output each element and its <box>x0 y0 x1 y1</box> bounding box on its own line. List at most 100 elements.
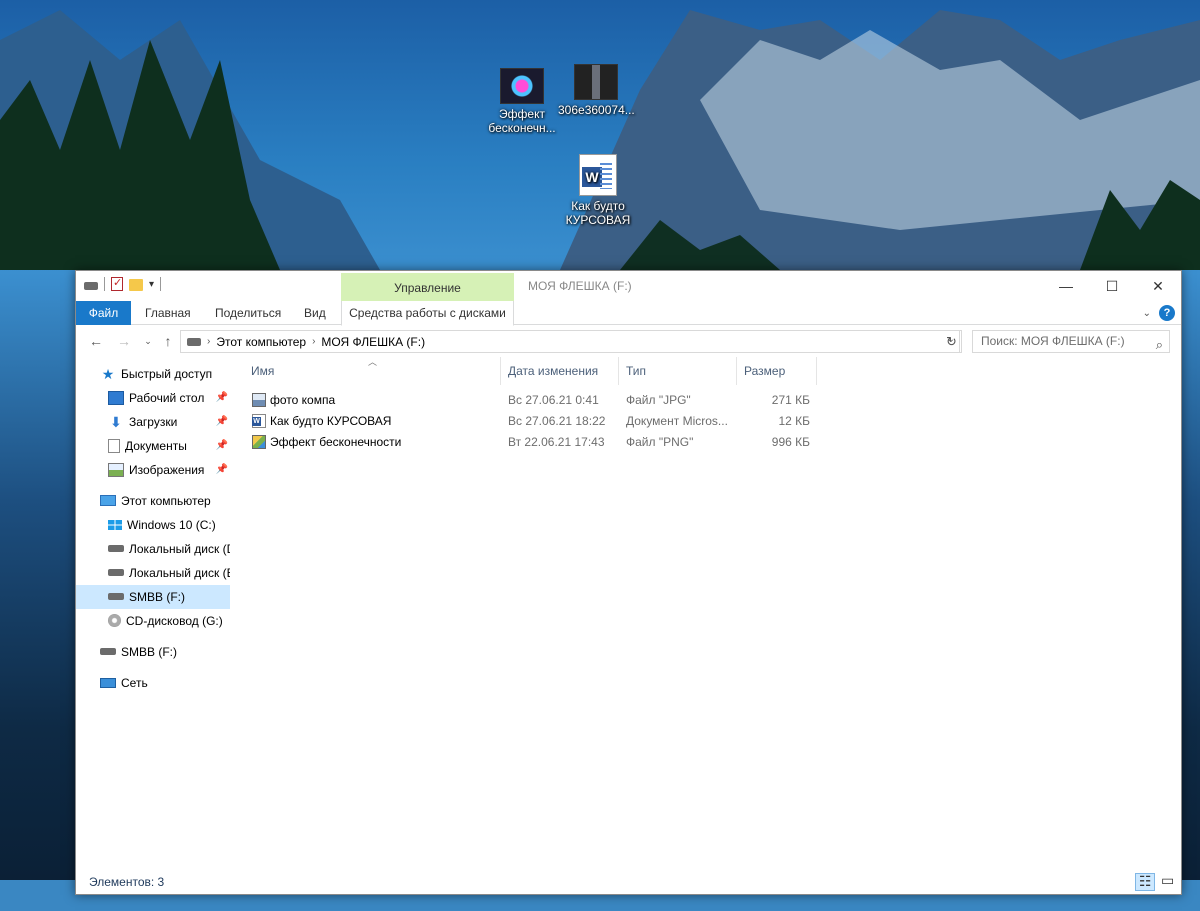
nav-item-desktop[interactable]: Рабочий стол 📌 <box>108 386 230 410</box>
breadcrumb-chevron-icon[interactable]: › <box>312 336 315 347</box>
pin-icon[interactable]: 📌 <box>216 434 228 458</box>
nav-item-drive-c[interactable]: Windows 10 (C:) <box>108 513 230 537</box>
png-file-icon <box>252 435 266 449</box>
nav-label: Локальный диск (D <box>129 542 230 556</box>
nav-label: Быстрый доступ <box>121 367 213 381</box>
file-date: Вс 27.06.21 18:22 <box>508 414 606 428</box>
column-header-name[interactable]: Имя <box>244 357 501 385</box>
desktop-icon-label: 306e360074... <box>558 103 635 117</box>
desktop-icon-label: Эффект бесконечн... <box>488 107 556 135</box>
title-bar: ▾ Управление МОЯ ФЛЕШКА (F:) — ☐ ✕ <box>76 271 1181 301</box>
pin-icon[interactable]: 📌 <box>216 386 228 410</box>
nav-label: Локальный диск (E <box>129 566 230 580</box>
breadcrumb-this-pc[interactable]: Этот компьютер <box>216 335 306 349</box>
column-header-type[interactable]: Тип <box>619 357 737 385</box>
up-arrow-icon[interactable]: ↑ <box>158 331 178 351</box>
pin-icon[interactable]: 📌 <box>216 458 228 482</box>
column-header-date[interactable]: Дата изменения <box>501 357 619 385</box>
desktop-icon <box>108 390 124 405</box>
nav-label: SMBB (F:) <box>129 590 185 604</box>
drive-icon <box>84 282 98 290</box>
usb-drive-icon <box>108 593 124 601</box>
details-view-icon[interactable] <box>1135 873 1155 891</box>
tab-share[interactable]: Поделиться <box>203 301 293 325</box>
recent-locations-chevron-icon[interactable]: ⌄ <box>138 331 158 351</box>
nav-removable-drive[interactable]: SMBB (F:) <box>100 640 230 664</box>
image-thumbnail-icon <box>500 68 544 104</box>
forward-arrow-icon[interactable]: → <box>114 331 134 351</box>
minimize-button[interactable]: — <box>1043 271 1089 301</box>
breadcrumb-chevron-icon[interactable]: › <box>207 336 210 347</box>
nav-item-drive-f[interactable]: SMBB (F:) <box>76 585 230 609</box>
tab-view[interactable]: Вид <box>292 301 338 325</box>
explorer-window: ▾ Управление МОЯ ФЛЕШКА (F:) — ☐ ✕ Файл … <box>75 270 1182 895</box>
nav-label: Windows 10 (C:) <box>127 518 216 532</box>
file-size: 996 КБ <box>771 435 810 449</box>
nav-item-downloads[interactable]: ⬇ Загрузки 📌 <box>108 410 230 434</box>
contextual-tab-group-manage[interactable]: Управление <box>341 273 514 301</box>
nav-item-pictures[interactable]: Изображения 📌 <box>108 458 230 482</box>
nav-network[interactable]: Сеть <box>100 671 230 695</box>
desktop-file-photo[interactable]: 306e360074... <box>558 64 635 117</box>
column-header-size[interactable]: Размер <box>737 357 817 385</box>
image-thumbnail-icon <box>574 64 618 100</box>
ribbon-right-controls: ⌄ ? <box>1143 305 1175 321</box>
search-placeholder: Поиск: МОЯ ФЛЕШКА (F:) <box>981 334 1125 348</box>
computer-icon <box>100 495 116 507</box>
tab-home[interactable]: Главная <box>133 301 203 325</box>
ribbon-tabs: Файл Главная Поделиться Вид Средства раб… <box>76 301 1181 326</box>
windows-drive-icon <box>108 519 122 530</box>
nav-quick-access[interactable]: ★ Быстрый доступ <box>100 362 230 386</box>
file-type: Файл "JPG" <box>626 393 691 407</box>
search-input[interactable]: Поиск: МОЯ ФЛЕШКА (F:) ⌕ <box>972 330 1170 353</box>
address-field[interactable]: › Этот компьютер › МОЯ ФЛЕШКА (F:) ⌄ <box>180 330 960 353</box>
breadcrumb-flash-drive[interactable]: МОЯ ФЛЕШКА (F:) <box>321 335 425 349</box>
nav-item-drive-g[interactable]: CD-дисковод (G:) <box>108 609 230 633</box>
table-row[interactable]: фото компа Вс 27.06.21 0:41 Файл "JPG" 2… <box>244 390 824 411</box>
maximize-button[interactable]: ☐ <box>1089 271 1135 301</box>
customize-toolbar-dropdown-icon[interactable]: ▾ <box>149 279 154 290</box>
nav-this-pc[interactable]: Этот компьютер <box>100 489 230 513</box>
word-document-icon: W <box>579 154 617 196</box>
toolbar-divider <box>160 277 162 291</box>
close-button[interactable]: ✕ <box>1135 271 1181 301</box>
nav-item-drive-d[interactable]: Локальный диск (D <box>108 537 230 561</box>
word-file-icon <box>252 414 266 428</box>
refresh-icon[interactable]: ↻ <box>942 330 962 353</box>
pin-icon[interactable]: 📌 <box>216 410 228 434</box>
table-row[interactable]: Эффект бесконечности Вт 22.06.21 17:43 Ф… <box>244 432 824 453</box>
address-bar-row: ← → ⌄ ↑ › Этот компьютер › МОЯ ФЛЕШКА (F… <box>76 327 1181 355</box>
jpg-file-icon <box>252 393 266 407</box>
quick-access-toolbar: ▾ <box>84 276 162 291</box>
drive-icon <box>108 569 124 577</box>
nav-item-drive-e[interactable]: Локальный диск (E <box>108 561 230 585</box>
nav-label: Изображения <box>129 463 205 477</box>
nav-label: Сеть <box>121 676 148 690</box>
window-title: МОЯ ФЛЕШКА (F:) <box>528 279 632 293</box>
cd-drive-icon <box>108 614 121 628</box>
desktop-file-effect[interactable]: Эффект бесконечн... <box>484 68 560 135</box>
nav-label: Загрузки <box>129 415 178 429</box>
properties-icon[interactable] <box>111 276 123 291</box>
tab-file[interactable]: Файл <box>76 301 131 325</box>
search-icon[interactable]: ⌕ <box>1156 334 1163 355</box>
large-icons-view-icon[interactable] <box>1157 872 1177 891</box>
nav-item-documents[interactable]: Документы 📌 <box>108 434 230 458</box>
file-type: Документ Micros... <box>626 414 728 428</box>
window-controls: — ☐ ✕ <box>1043 271 1181 301</box>
tab-drive-tools[interactable]: Средства работы с дисками <box>341 301 514 326</box>
new-folder-icon[interactable] <box>129 278 143 291</box>
help-icon[interactable]: ? <box>1159 305 1175 321</box>
file-name: фото компа <box>270 393 336 407</box>
expand-ribbon-icon[interactable]: ⌄ <box>1143 308 1151 319</box>
desktop-icon-label: Как будто КУРСОВАЯ <box>565 199 631 227</box>
back-arrow-icon[interactable]: ← <box>86 331 106 351</box>
nav-label: SMBB (F:) <box>121 645 177 659</box>
nav-label: Рабочий стол <box>129 391 205 405</box>
file-date: Вс 27.06.21 0:41 <box>508 393 599 407</box>
desktop-file-coursework[interactable]: W Как будто КУРСОВАЯ <box>560 154 636 227</box>
file-type: Файл "PNG" <box>626 435 694 449</box>
file-name: Как будто КУРСОВАЯ <box>270 414 392 428</box>
status-bar: Элементов: 3 <box>76 870 1181 894</box>
table-row[interactable]: Как будто КУРСОВАЯ Вс 27.06.21 18:22 Док… <box>244 411 824 432</box>
